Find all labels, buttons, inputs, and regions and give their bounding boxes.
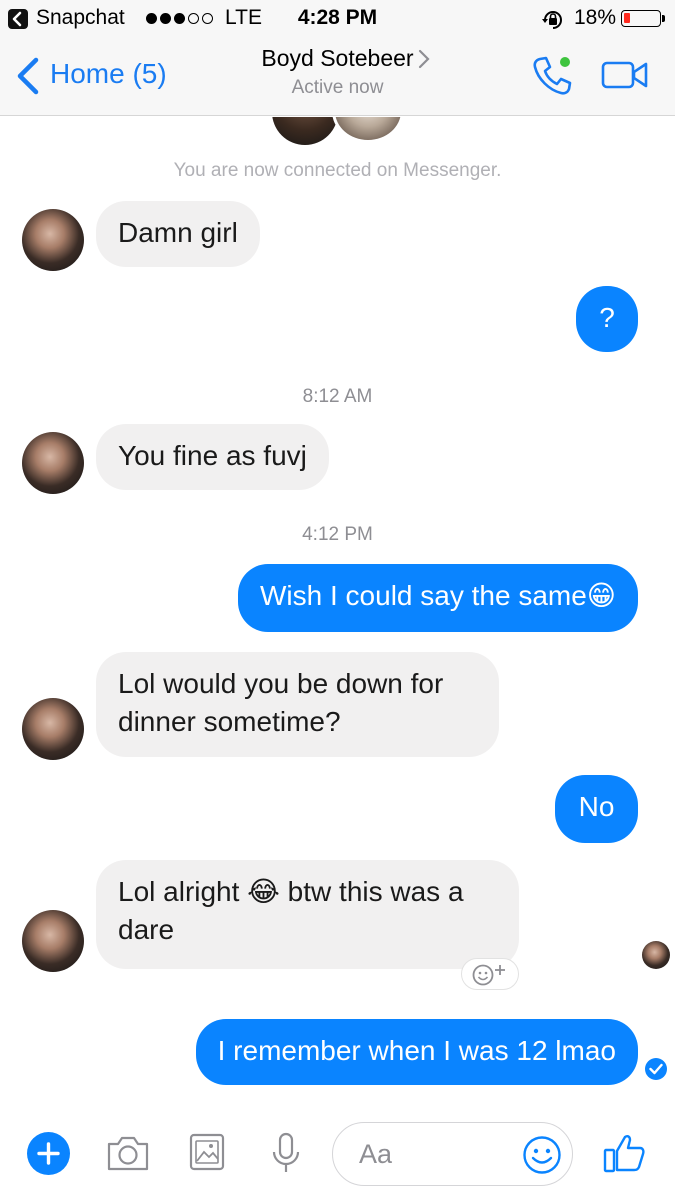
message-bubble-outgoing[interactable]: I remember when I was 12 lmao	[195, 1019, 638, 1085]
message-bubble-incoming[interactable]: Lol alright 😂 btw this was a dare	[96, 860, 519, 969]
connected-notice: You are now connected on Messenger.	[173, 160, 502, 181]
add-reaction-button[interactable]	[461, 958, 519, 990]
lock-rotation-icon	[542, 11, 562, 29]
message-thread[interactable]: You are now connected on Messenger. Damn…	[0, 117, 675, 1100]
image-icon[interactable]	[189, 1133, 225, 1171]
more-actions-button[interactable]	[27, 1132, 70, 1175]
video-camera-icon[interactable]	[601, 60, 649, 90]
emoji-icon[interactable]	[522, 1135, 562, 1175]
profile-photo	[332, 117, 404, 143]
phone-icon[interactable]	[530, 54, 574, 98]
contact-avatar[interactable]	[22, 698, 84, 760]
chevron-right-icon[interactable]	[418, 49, 430, 69]
thumbs-up-icon[interactable]	[603, 1133, 645, 1173]
message-bubble-outgoing[interactable]: No	[555, 775, 638, 843]
add-reaction-icon	[472, 964, 505, 986]
microphone-icon[interactable]	[271, 1132, 301, 1176]
status-bar: Snapchat LTE 4:28 PM 18%	[0, 0, 675, 36]
camera-icon[interactable]	[105, 1133, 151, 1173]
contact-avatar[interactable]	[22, 432, 84, 494]
contact-avatar[interactable]	[22, 209, 84, 271]
message-bubble-incoming[interactable]: Damn girl	[96, 201, 260, 267]
plus-icon	[37, 1142, 60, 1165]
battery-tip	[662, 15, 665, 22]
delivered-check-icon	[645, 1058, 667, 1080]
message-input-placeholder: Aa	[359, 1139, 393, 1169]
message-bubble-outgoing[interactable]: Wish I could say the same😁	[238, 564, 638, 632]
message-bubble-incoming[interactable]: You fine as fuvj	[96, 424, 329, 490]
message-bubble-outgoing[interactable]: ?	[576, 286, 638, 352]
battery-icon	[621, 10, 661, 27]
conversation-header: Home (5) Boyd Sotebeer Active now	[0, 36, 675, 116]
seen-avatar	[642, 941, 670, 969]
profile-photo	[272, 117, 338, 145]
message-bubble-incoming[interactable]: Lol would you be down for dinner sometim…	[96, 652, 499, 757]
contact-avatar[interactable]	[22, 910, 84, 972]
timestamp: 8:12 AM	[302, 386, 373, 407]
battery-percentage: 18%	[574, 6, 617, 29]
timestamp: 4:12 PM	[302, 524, 373, 545]
composer-bar: Aa	[0, 1100, 675, 1200]
message-input[interactable]: Aa	[332, 1122, 573, 1186]
